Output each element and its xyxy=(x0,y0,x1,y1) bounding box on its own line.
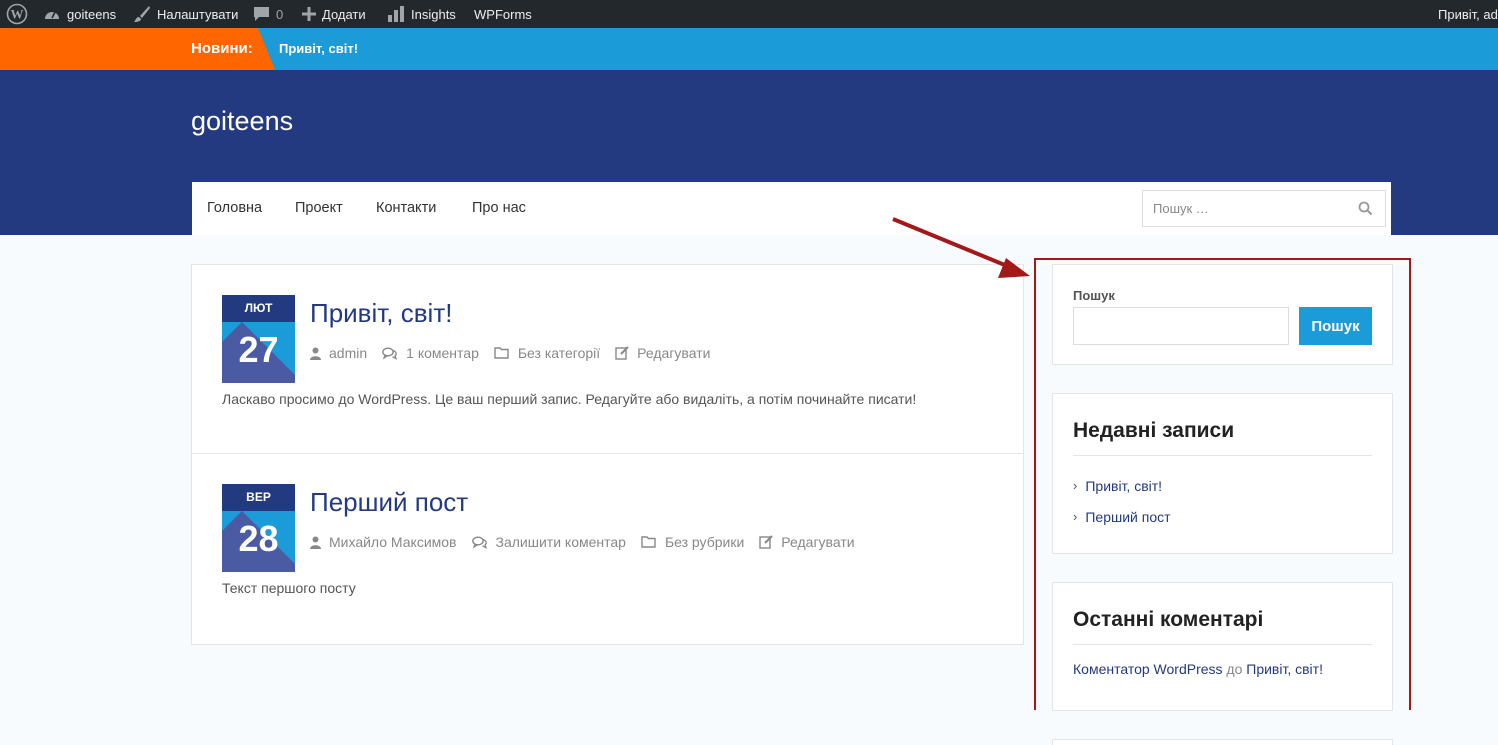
post-excerpt: Ласкаво просимо до WordPress. Це ваш пер… xyxy=(222,391,917,407)
customize-label: Налаштувати xyxy=(157,6,239,22)
nav-item-contacts[interactable]: Контакти xyxy=(376,182,436,235)
insights-menu[interactable]: Insights xyxy=(387,0,456,28)
post-comments-link[interactable]: Залишити коментар xyxy=(471,534,626,550)
news-ticker: Новини: Привіт, світ! xyxy=(0,28,1498,70)
post-author[interactable]: Михайло Максимов xyxy=(310,534,457,550)
post-title[interactable]: Перший пост xyxy=(310,487,468,518)
admin-bar: W goiteens Налаштувати 0 Додати Insights… xyxy=(0,0,1498,28)
user-icon xyxy=(310,347,321,360)
dashboard-icon xyxy=(43,6,61,22)
edit-icon xyxy=(759,535,774,549)
post-date-badge: ВЕР 28 xyxy=(222,484,295,572)
post-edit-link[interactable]: Редагувати xyxy=(759,534,855,550)
search-icon[interactable] xyxy=(1358,201,1373,221)
comments-icon xyxy=(382,347,398,360)
post-day: 28 xyxy=(222,511,295,572)
wpforms-menu[interactable]: WPForms xyxy=(474,0,532,28)
nav-item-about[interactable]: Про нас xyxy=(472,182,526,235)
post-meta: admin 1 коментар Без категорії Редагуват… xyxy=(310,345,725,361)
folder-icon xyxy=(494,347,509,359)
comment-bubble-icon xyxy=(253,6,270,22)
header-search xyxy=(1142,190,1386,227)
post-date-badge: ЛЮТ 27 xyxy=(222,295,295,383)
main-navigation: Головна Проект Контакти Про нас xyxy=(192,182,1391,235)
post-meta: Михайло Максимов Залишити коментар Без р… xyxy=(310,534,870,550)
post-day: 27 xyxy=(222,322,295,383)
post-month: ЛЮТ xyxy=(222,295,295,322)
wp-logo-menu[interactable]: W xyxy=(6,0,28,28)
header-search-input[interactable] xyxy=(1143,191,1343,226)
comments-menu[interactable]: 0 xyxy=(253,0,283,28)
post-category[interactable]: Без категорії xyxy=(494,345,600,361)
site-name-menu[interactable]: goiteens xyxy=(43,0,116,28)
brush-icon xyxy=(133,5,151,23)
post-month: ВЕР xyxy=(222,484,295,511)
post-item: ВЕР 28 Перший пост Михайло Максимов Зали… xyxy=(192,454,1023,644)
new-content-menu[interactable]: Додати xyxy=(302,0,366,28)
site-name: goiteens xyxy=(67,6,117,22)
posts-list: ЛЮТ 27 Привіт, світ! admin 1 коментар Бе… xyxy=(191,264,1024,645)
folder-icon xyxy=(641,536,656,548)
post-title[interactable]: Привіт, світ! xyxy=(310,298,452,329)
post-item: ЛЮТ 27 Привіт, світ! admin 1 коментар Бе… xyxy=(192,265,1023,454)
my-account-menu[interactable]: Привіт, ad xyxy=(1438,0,1498,28)
bar-chart-icon xyxy=(387,6,405,22)
site-title[interactable]: goiteens xyxy=(191,106,293,137)
post-excerpt: Текст першого посту xyxy=(222,580,356,596)
customize-menu[interactable]: Налаштувати xyxy=(133,0,238,28)
greeting: Привіт, ad xyxy=(1438,6,1498,22)
plus-icon xyxy=(302,7,316,21)
nav-item-project[interactable]: Проект xyxy=(295,182,343,235)
next-widget xyxy=(1052,739,1393,745)
comments-count: 0 xyxy=(276,6,284,22)
nav-item-home[interactable]: Головна xyxy=(207,182,262,235)
post-category[interactable]: Без рубрики xyxy=(641,534,744,550)
wordpress-icon: W xyxy=(6,3,28,25)
svg-text:W: W xyxy=(11,7,24,22)
user-icon xyxy=(310,536,321,549)
ticker-link[interactable]: Привіт, світ! xyxy=(279,28,358,70)
post-edit-link[interactable]: Редагувати xyxy=(615,345,710,361)
new-label: Додати xyxy=(322,6,366,22)
post-comments-link[interactable]: 1 коментар xyxy=(382,345,479,361)
comments-icon xyxy=(471,536,487,549)
insights-label: Insights xyxy=(411,6,456,22)
ticker-label: Новини: xyxy=(0,28,275,70)
post-author[interactable]: admin xyxy=(310,345,367,361)
annotation-box xyxy=(1034,258,1411,710)
wpforms-label: WPForms xyxy=(474,6,532,22)
edit-icon xyxy=(615,346,629,360)
